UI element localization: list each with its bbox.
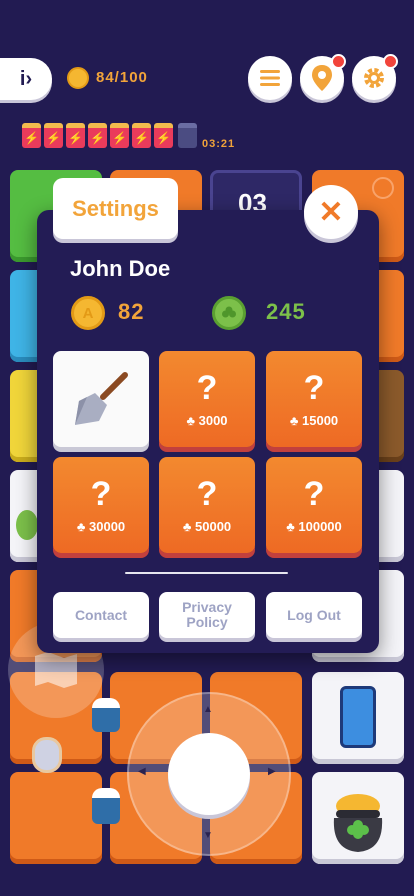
question-mark: ?: [196, 368, 218, 407]
question-mark: ?: [196, 474, 218, 513]
info-button[interactable]: i›: [0, 58, 52, 100]
clover-icon: ♣: [289, 412, 299, 428]
settings-button[interactable]: [352, 54, 398, 100]
mystery-item[interactable]: ? ♣ 100000: [266, 457, 362, 553]
clover-balance: 245: [266, 299, 306, 324]
clover-icon: ♣: [186, 412, 195, 428]
mystery-item[interactable]: ? ♣ 50000: [159, 457, 255, 553]
shovel-icon: [75, 372, 128, 425]
arrow-right-icon: ▶: [268, 766, 276, 777]
shovel-item[interactable]: [53, 351, 149, 447]
arrow-down-icon: ▼: [203, 830, 213, 841]
item-price: 100000: [298, 518, 342, 534]
character-blue[interactable]: [92, 698, 120, 732]
notification-dot: [331, 54, 346, 69]
board-tile[interactable]: [10, 772, 102, 864]
character-girl[interactable]: [32, 737, 62, 773]
coin-counter: 84/100: [96, 69, 148, 86]
hamburger-icon: [260, 70, 280, 86]
settings-title: Settings: [53, 178, 178, 239]
gear-icon: [364, 68, 384, 88]
item-price: 3000: [198, 412, 228, 428]
clover-coin-icon: [212, 296, 246, 330]
pot-of-gold-icon: [326, 790, 390, 856]
phone-icon: [340, 686, 376, 748]
coin-balance: 82: [118, 299, 145, 324]
energy-cell-full: ⚡: [132, 123, 151, 148]
dpad-center-button[interactable]: [168, 733, 250, 815]
energy-cell-empty: [178, 123, 197, 148]
close-button[interactable]: ✕: [304, 185, 358, 239]
mystery-item[interactable]: ? ♣ 30000: [53, 457, 149, 553]
username: John Doe: [70, 256, 171, 281]
energy-cell-full: ⚡: [22, 123, 41, 148]
clover-coin-icon: [16, 510, 38, 540]
item-price: 30000: [89, 518, 126, 534]
character-blue[interactable]: [92, 788, 120, 824]
divider: [125, 572, 288, 574]
mystery-item[interactable]: ? ♣ 15000: [266, 351, 362, 447]
arrow-up-icon: ▲: [203, 704, 213, 715]
location-button[interactable]: [300, 54, 346, 100]
coin-icon: A: [71, 296, 105, 330]
location-pin-icon: [312, 65, 332, 91]
map-icon: [35, 652, 77, 688]
notification-dot: [383, 54, 398, 69]
question-mark: ?: [303, 368, 325, 407]
clock-icon: [372, 177, 394, 199]
item-price: 15000: [302, 412, 339, 428]
close-icon: ✕: [318, 195, 344, 229]
energy-cell-full: ⚡: [44, 123, 63, 148]
menu-button[interactable]: [248, 56, 292, 100]
energy-cell-full: ⚡: [110, 123, 129, 148]
energy-cell-full: ⚡: [66, 123, 85, 148]
logout-button[interactable]: Log Out: [266, 592, 362, 638]
clover-icon: ♣: [286, 518, 295, 534]
question-mark: ?: [90, 474, 112, 513]
item-price: 50000: [195, 518, 232, 534]
contact-button[interactable]: Contact: [53, 592, 149, 638]
question-mark: ?: [303, 474, 325, 513]
energy-cell-full: ⚡: [154, 123, 173, 148]
privacy-policy-button[interactable]: Privacy Policy: [159, 592, 255, 638]
coin-icon: [67, 67, 89, 89]
arrow-left-icon: ◀: [138, 766, 146, 777]
info-icon: i›: [19, 67, 33, 90]
clover-icon: ♣: [182, 518, 192, 534]
mystery-item[interactable]: ? ♣ 3000: [159, 351, 255, 447]
energy-timer: 03:21: [202, 138, 236, 150]
clover-icon: ♣: [76, 518, 86, 534]
energy-cell-full: ⚡: [88, 123, 107, 148]
